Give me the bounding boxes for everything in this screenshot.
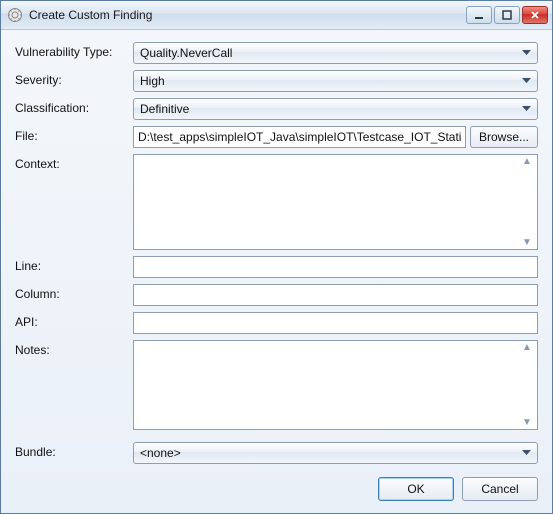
chevron-down-icon [522, 450, 531, 456]
minimize-button[interactable] [466, 6, 492, 24]
column-input[interactable] [133, 284, 538, 306]
ok-button[interactable]: OK [378, 477, 454, 501]
browse-button[interactable]: Browse... [470, 126, 538, 148]
api-input[interactable] [133, 312, 538, 334]
severity-value: High [140, 74, 522, 88]
form: Vulnerability Type: Quality.NeverCall Se… [15, 42, 538, 464]
label-file: File: [15, 126, 127, 148]
dialog-footer: OK Cancel [15, 465, 538, 501]
label-classification: Classification: [15, 98, 127, 120]
label-severity: Severity: [15, 70, 127, 92]
classification-value: Definitive [140, 102, 522, 116]
close-button[interactable] [522, 6, 548, 24]
dialog-window: Create Custom Finding Vulnerability Type… [0, 0, 553, 514]
app-icon [7, 7, 23, 23]
titlebar: Create Custom Finding [1, 1, 552, 30]
bundle-value: <none> [140, 446, 522, 460]
label-vulnerability-type: Vulnerability Type: [15, 42, 127, 64]
file-input[interactable] [133, 126, 466, 148]
window-buttons [466, 6, 550, 24]
client-area: Vulnerability Type: Quality.NeverCall Se… [1, 30, 552, 513]
classification-combo[interactable]: Definitive [133, 98, 538, 120]
chevron-down-icon [522, 106, 531, 112]
chevron-down-icon [522, 50, 531, 56]
label-column: Column: [15, 284, 127, 306]
label-line: Line: [15, 256, 127, 278]
cancel-button[interactable]: Cancel [462, 477, 538, 501]
context-wrap: ▲▼ [133, 154, 538, 250]
context-textarea[interactable] [133, 154, 538, 250]
vulnerability-type-value: Quality.NeverCall [140, 46, 522, 60]
label-bundle: Bundle: [15, 436, 127, 464]
vulnerability-type-combo[interactable]: Quality.NeverCall [133, 42, 538, 64]
file-row: Browse... [133, 126, 538, 148]
maximize-button[interactable] [494, 6, 520, 24]
notes-textarea[interactable] [133, 340, 538, 430]
line-input[interactable] [133, 256, 538, 278]
notes-wrap: ▲▼ [133, 340, 538, 430]
label-notes: Notes: [15, 340, 127, 430]
window-title: Create Custom Finding [29, 8, 466, 22]
chevron-down-icon [522, 78, 531, 84]
label-context: Context: [15, 154, 127, 250]
bundle-combo[interactable]: <none> [133, 442, 538, 464]
severity-combo[interactable]: High [133, 70, 538, 92]
label-api: API: [15, 312, 127, 334]
